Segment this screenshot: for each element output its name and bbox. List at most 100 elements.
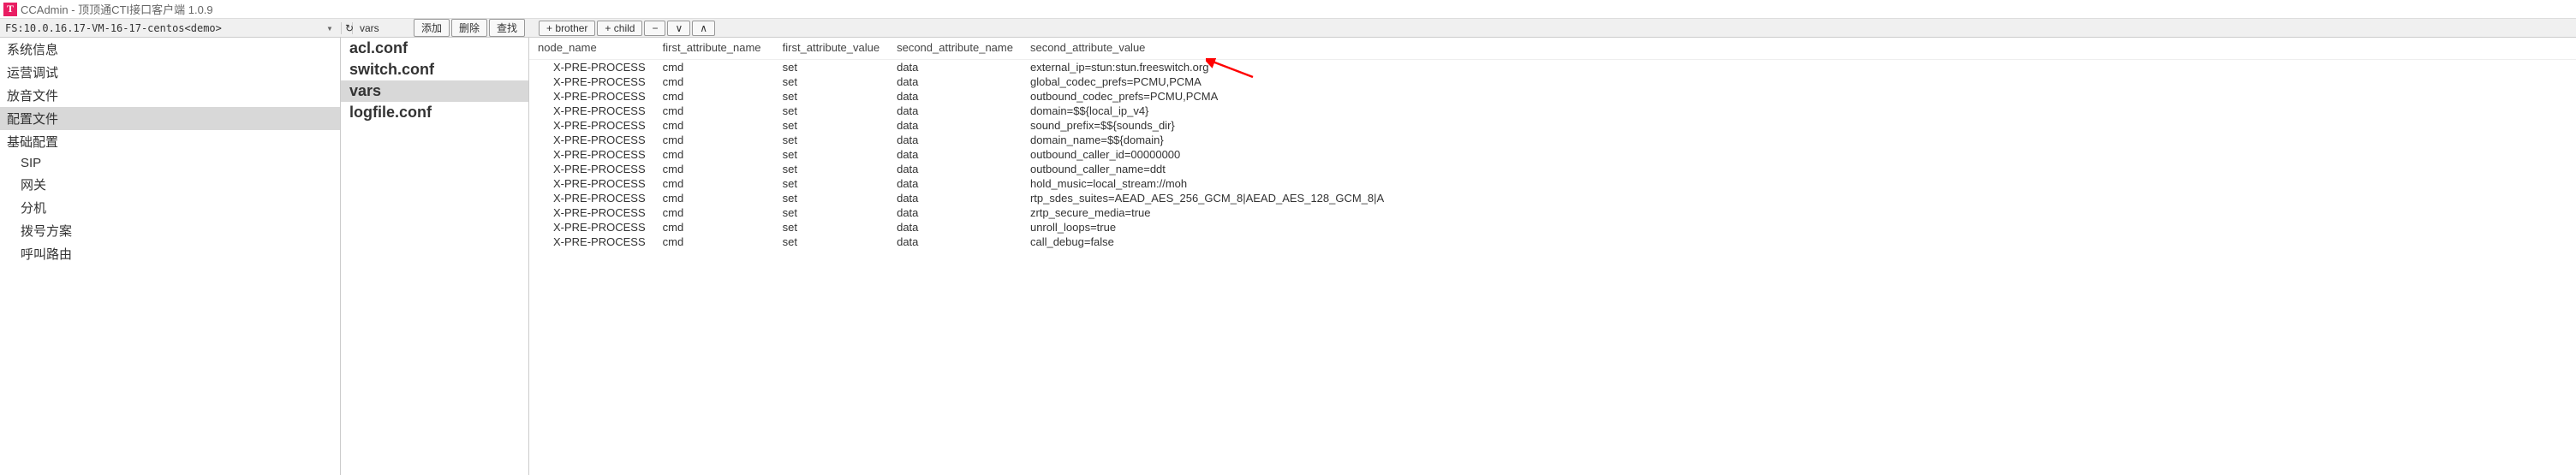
cell: call_debug=false [1022,235,2576,249]
cell: X-PRE-PROCESS [529,104,654,118]
cell: set [774,176,888,191]
table-row[interactable]: X-PRE-PROCESScmdsetdatasound_prefix=$${s… [529,118,2576,133]
col-second-attr-value[interactable]: second_attribute_value [1022,38,2576,60]
cell: domain_name=$${domain} [1022,133,2576,147]
move-down-button[interactable]: ∨ [667,21,690,36]
main-layout: 系统信息运营调试放音文件配置文件基础配置SIP网关分机拨号方案呼叫路由 acl.… [0,38,2576,475]
sidebar-item[interactable]: 放音文件 [0,84,340,107]
table-row[interactable]: X-PRE-PROCESScmdsetdataglobal_codec_pref… [529,74,2576,89]
cell: cmd [654,176,774,191]
cell: data [888,220,1022,235]
table-row[interactable]: X-PRE-PROCESScmdsetdatadomain=$${local_i… [529,104,2576,118]
col-second-attr-name[interactable]: second_attribute_name [888,38,1022,60]
cell: cmd [654,205,774,220]
cell: cmd [654,74,774,89]
cell: data [888,133,1022,147]
cell: cmd [654,147,774,162]
cell: X-PRE-PROCESS [529,205,654,220]
cell: data [888,235,1022,249]
cell: cmd [654,162,774,176]
cell: set [774,220,888,235]
sidebar-item[interactable]: SIP [0,153,340,173]
cell: cmd [654,60,774,75]
cell: set [774,162,888,176]
cell: outbound_codec_prefs=PCMU,PCMA [1022,89,2576,104]
cell: set [774,191,888,205]
cell: set [774,205,888,220]
file-item[interactable]: logfile.conf [341,102,528,123]
cell: cmd [654,191,774,205]
sidebar-item[interactable]: 运营调试 [0,61,340,84]
cell: cmd [654,133,774,147]
table-header-row: node_name first_attribute_name first_att… [529,38,2576,60]
table-row[interactable]: X-PRE-PROCESScmdsetdatadomain_name=$${do… [529,133,2576,147]
cell: cmd [654,118,774,133]
file-item[interactable]: switch.conf [341,59,528,80]
current-file-label: vars [353,22,413,34]
cell: set [774,60,888,75]
cell: domain=$${local_ip_v4} [1022,104,2576,118]
sidebar-item[interactable]: 拨号方案 [0,219,340,242]
cell: data [888,60,1022,75]
sidebar-item[interactable]: 系统信息 [0,38,340,61]
toolbar: FS:10.0.16.17-VM-16-17-centos<demo> ▾ ↻ … [0,19,2576,38]
cell: data [888,118,1022,133]
table-row[interactable]: X-PRE-PROCESScmdsetdatazrtp_secure_media… [529,205,2576,220]
add-brother-button[interactable]: + brother [539,21,595,36]
file-list: acl.confswitch.confvarslogfile.conf [341,38,529,475]
cell: outbound_caller_name=ddt [1022,162,2576,176]
fs-path-dropdown[interactable]: FS:10.0.16.17-VM-16-17-centos<demo> ▾ [0,22,341,34]
refresh-button[interactable]: ↻ [341,22,353,34]
cell: hold_music=local_stream://moh [1022,176,2576,191]
table-row[interactable]: X-PRE-PROCESScmdsetdatacall_debug=false [529,235,2576,249]
cell: cmd [654,104,774,118]
remove-button[interactable]: − [644,21,665,36]
app-icon: T [3,3,17,16]
sidebar-item[interactable]: 分机 [0,196,340,219]
cell: X-PRE-PROCESS [529,162,654,176]
table-row[interactable]: X-PRE-PROCESScmdsetdataexternal_ip=stun:… [529,60,2576,75]
cell: cmd [654,89,774,104]
cell: cmd [654,235,774,249]
col-node-name[interactable]: node_name [529,38,654,60]
table-row[interactable]: X-PRE-PROCESScmdsetdataoutbound_caller_n… [529,162,2576,176]
sidebar-item[interactable]: 网关 [0,173,340,196]
cell: data [888,191,1022,205]
find-button[interactable]: 查找 [489,19,525,37]
cell: external_ip=stun:stun.freeswitch.org [1022,60,2576,75]
sidebar-item[interactable]: 配置文件 [0,107,340,130]
table-row[interactable]: X-PRE-PROCESScmdsetdataoutbound_codec_pr… [529,89,2576,104]
col-first-attr-name[interactable]: first_attribute_name [654,38,774,60]
cell: global_codec_prefs=PCMU,PCMA [1022,74,2576,89]
cell: X-PRE-PROCESS [529,118,654,133]
delete-button[interactable]: 删除 [451,19,487,37]
cell: set [774,104,888,118]
table-row[interactable]: X-PRE-PROCESScmdsetdatahold_music=local_… [529,176,2576,191]
sidebar-item[interactable]: 呼叫路由 [0,242,340,265]
cell: set [774,118,888,133]
table-row[interactable]: X-PRE-PROCESScmdsetdataoutbound_caller_i… [529,147,2576,162]
table-row[interactable]: X-PRE-PROCESScmdsetdataunroll_loops=true [529,220,2576,235]
cell: set [774,235,888,249]
cell: outbound_caller_id=00000000 [1022,147,2576,162]
cell: X-PRE-PROCESS [529,60,654,75]
cell: X-PRE-PROCESS [529,133,654,147]
add-button[interactable]: 添加 [414,19,450,37]
file-item[interactable]: vars [341,80,528,102]
sidebar-item[interactable]: 基础配置 [0,130,340,153]
cell: data [888,74,1022,89]
add-child-button[interactable]: + child [597,21,642,36]
move-up-button[interactable]: ∧ [692,21,715,36]
cell: X-PRE-PROCESS [529,74,654,89]
config-table: node_name first_attribute_name first_att… [529,38,2576,249]
file-item[interactable]: acl.conf [341,38,528,59]
cell: X-PRE-PROCESS [529,235,654,249]
cell: set [774,74,888,89]
cell: data [888,89,1022,104]
cell: data [888,104,1022,118]
col-first-attr-value[interactable]: first_attribute_value [774,38,888,60]
table-area: node_name first_attribute_name first_att… [529,38,2576,475]
table-row[interactable]: X-PRE-PROCESScmdsetdatartp_sdes_suites=A… [529,191,2576,205]
cell: sound_prefix=$${sounds_dir} [1022,118,2576,133]
cell: data [888,176,1022,191]
